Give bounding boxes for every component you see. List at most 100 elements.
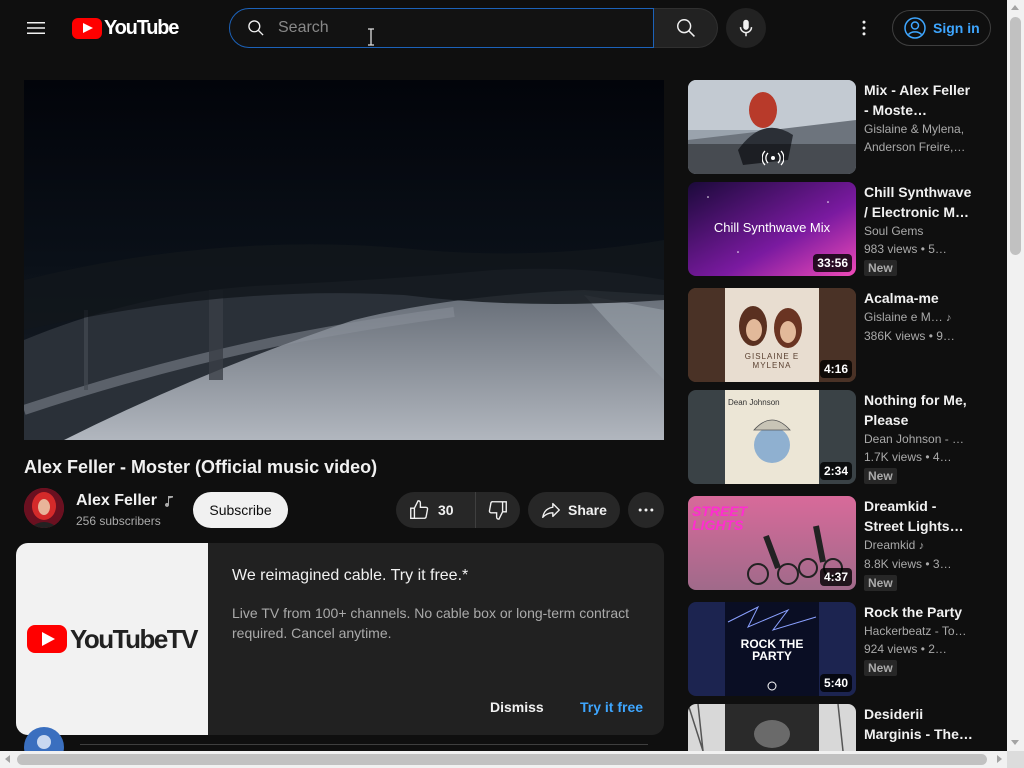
- share-arrow-icon: [542, 502, 560, 519]
- youtube-tv-logo: YouTubeTV: [16, 543, 208, 735]
- voice-search-button[interactable]: [726, 8, 766, 48]
- channel-avatar[interactable]: [24, 488, 64, 528]
- related-video-title[interactable]: Desiderii Marginis - The…: [864, 704, 974, 744]
- video-duration: 33:56: [813, 254, 852, 272]
- scroll-left-arrow-icon[interactable]: [5, 755, 10, 763]
- related-video-item[interactable]: Desiderii Marginis - The…: [688, 704, 988, 751]
- scroll-right-arrow-icon[interactable]: [997, 755, 1002, 763]
- text-cursor-icon: [368, 28, 374, 46]
- like-button[interactable]: 30: [396, 492, 476, 528]
- video-duration: 4:37: [819, 568, 852, 586]
- related-video-item[interactable]: Dean Johnson 2:34 Nothing for Me, Please…: [688, 390, 988, 484]
- vertical-dots-icon: [862, 20, 866, 36]
- video-thumbnail[interactable]: STREET LIGHTS 4:37: [688, 496, 856, 590]
- dislike-button[interactable]: [476, 492, 520, 528]
- more-actions-button[interactable]: [628, 492, 664, 528]
- related-video-title[interactable]: Dreamkid - Street Lights…: [864, 496, 974, 536]
- video-thumbnail[interactable]: Chill Synthwave Mix 33:56: [688, 182, 856, 276]
- person-icon: [24, 727, 64, 751]
- video-player[interactable]: [24, 80, 664, 440]
- mix-broadcast-icon: [762, 150, 784, 166]
- avatar-image: [24, 488, 64, 528]
- horizontal-dots-icon: [638, 508, 654, 512]
- promo-body: Live TV from 100+ channels. No cable box…: [232, 605, 629, 641]
- related-video-channel: Gislaine e M… ♪: [864, 308, 974, 327]
- channel-name: Alex Feller: [76, 492, 157, 509]
- related-video-item[interactable]: Chill Synthwave Mix 33:56 Chill Synthwav…: [688, 182, 988, 276]
- related-video-title[interactable]: Mix - Alex Feller - Moste…: [864, 80, 974, 120]
- related-video-title[interactable]: Chill Synthwave / Electronic M…: [864, 182, 974, 222]
- youtube-play-icon: [72, 17, 102, 39]
- video-thumbnail[interactable]: [688, 704, 856, 751]
- search-input[interactable]: [278, 10, 638, 46]
- channel-name: Dreamkid: [864, 538, 916, 552]
- youtube-tv-promo: YouTubeTV We reimagined cable. Try it fr…: [16, 543, 664, 735]
- related-video-channel: Dreamkid ♪: [864, 536, 974, 555]
- try-it-free-button[interactable]: Try it free: [570, 693, 653, 721]
- related-video-item[interactable]: ROCK THE PARTY 5:40 Rock the Party Hacke…: [688, 602, 988, 696]
- related-video-item[interactable]: GISLAINE E MYLENA 4:16 Acalma-me Gislain…: [688, 288, 988, 382]
- channel-name-link[interactable]: Alex Feller: [76, 492, 175, 510]
- subscribe-button[interactable]: Subscribe: [193, 492, 288, 528]
- thumbnail-caption: ROCK THE PARTY: [740, 637, 804, 663]
- related-video-channel: Gislaine & Mylena,: [864, 122, 965, 136]
- search-button[interactable]: [654, 8, 718, 48]
- new-badge: New: [864, 660, 897, 676]
- logo-text: YouTube: [104, 16, 179, 39]
- related-video-stats: 386K views • 9…: [864, 329, 955, 343]
- related-video-title[interactable]: Acalma-me: [864, 288, 974, 308]
- related-video-stats: 924 views • 2…: [864, 642, 947, 656]
- related-video-item[interactable]: Mix - Alex Feller - Moste… Gislaine & My…: [688, 80, 988, 174]
- like-dislike-group: 30: [396, 492, 520, 528]
- video-thumbnail[interactable]: GISLAINE E MYLENA 4:16: [688, 288, 856, 382]
- new-badge: New: [864, 468, 897, 484]
- thumbnail-caption: Dean Johnson: [728, 398, 780, 407]
- sign-in-button[interactable]: Sign in: [892, 10, 991, 46]
- video-thumbnail[interactable]: ROCK THE PARTY 5:40: [688, 602, 856, 696]
- video-thumbnail[interactable]: Dean Johnson 2:34: [688, 390, 856, 484]
- search-icon: [676, 19, 695, 37]
- youtube-tv-play-icon: [26, 625, 67, 653]
- related-video-channel: Hackerbeatz - To…: [864, 624, 967, 638]
- youtube-tv-logo-text: YouTubeTV: [69, 623, 199, 654]
- comment-avatar: [24, 727, 64, 751]
- account-circle-icon: [904, 17, 926, 39]
- music-note-icon: ♪: [946, 312, 952, 324]
- music-note-icon: ♪: [918, 540, 925, 552]
- masthead: YouTube Sign in: [0, 0, 1007, 56]
- scroll-down-arrow-icon[interactable]: [1011, 740, 1019, 745]
- related-video-title[interactable]: Nothing for Me, Please: [864, 390, 974, 430]
- music-note-icon: [164, 496, 173, 507]
- video-thumbnail[interactable]: [688, 80, 856, 174]
- related-video-item[interactable]: STREET LIGHTS 4:37 Dreamkid - Street Lig…: [688, 496, 988, 591]
- thumbnail-caption: STREET LIGHTS: [692, 503, 748, 533]
- thumbs-down-icon: [488, 501, 507, 520]
- related-video-title[interactable]: Rock the Party: [864, 602, 974, 622]
- youtube-logo[interactable]: YouTube: [72, 16, 179, 40]
- scroll-up-arrow-icon[interactable]: [1011, 5, 1019, 10]
- related-video-stats: 8.8K views • 3…: [864, 557, 952, 571]
- comment-input-line[interactable]: [80, 744, 648, 745]
- vertical-scroll-thumb[interactable]: [1010, 17, 1021, 255]
- related-video-stats: Anderson Freire,…: [864, 140, 966, 154]
- thumbnail-caption: GISLAINE E MYLENA: [744, 352, 800, 370]
- horizontal-scrollbar[interactable]: [0, 751, 1007, 768]
- share-button[interactable]: Share: [528, 492, 620, 528]
- thumbnail-image: [688, 704, 856, 751]
- related-video-channel: Dean Johnson - …: [864, 432, 965, 446]
- settings-more-button[interactable]: [848, 8, 880, 48]
- video-duration: 4:16: [819, 360, 852, 378]
- channel-name: Gislaine e M…: [864, 310, 943, 324]
- new-badge: New: [864, 260, 897, 276]
- dismiss-button[interactable]: Dismiss: [480, 693, 554, 721]
- video-title: Alex Feller - Moster (Official music vid…: [24, 457, 378, 477]
- search-icon: [248, 20, 264, 36]
- thumbs-up-icon: [410, 500, 429, 519]
- related-video-stats: 983 views • 5…: [864, 242, 947, 256]
- vertical-scrollbar[interactable]: [1007, 0, 1024, 751]
- sign-in-label: Sign in: [933, 20, 980, 36]
- scrollbar-corner: [1007, 751, 1024, 768]
- thumbnail-caption: Chill Synthwave Mix: [713, 220, 831, 235]
- guide-menu-button[interactable]: [16, 8, 56, 48]
- horizontal-scroll-thumb[interactable]: [17, 754, 987, 765]
